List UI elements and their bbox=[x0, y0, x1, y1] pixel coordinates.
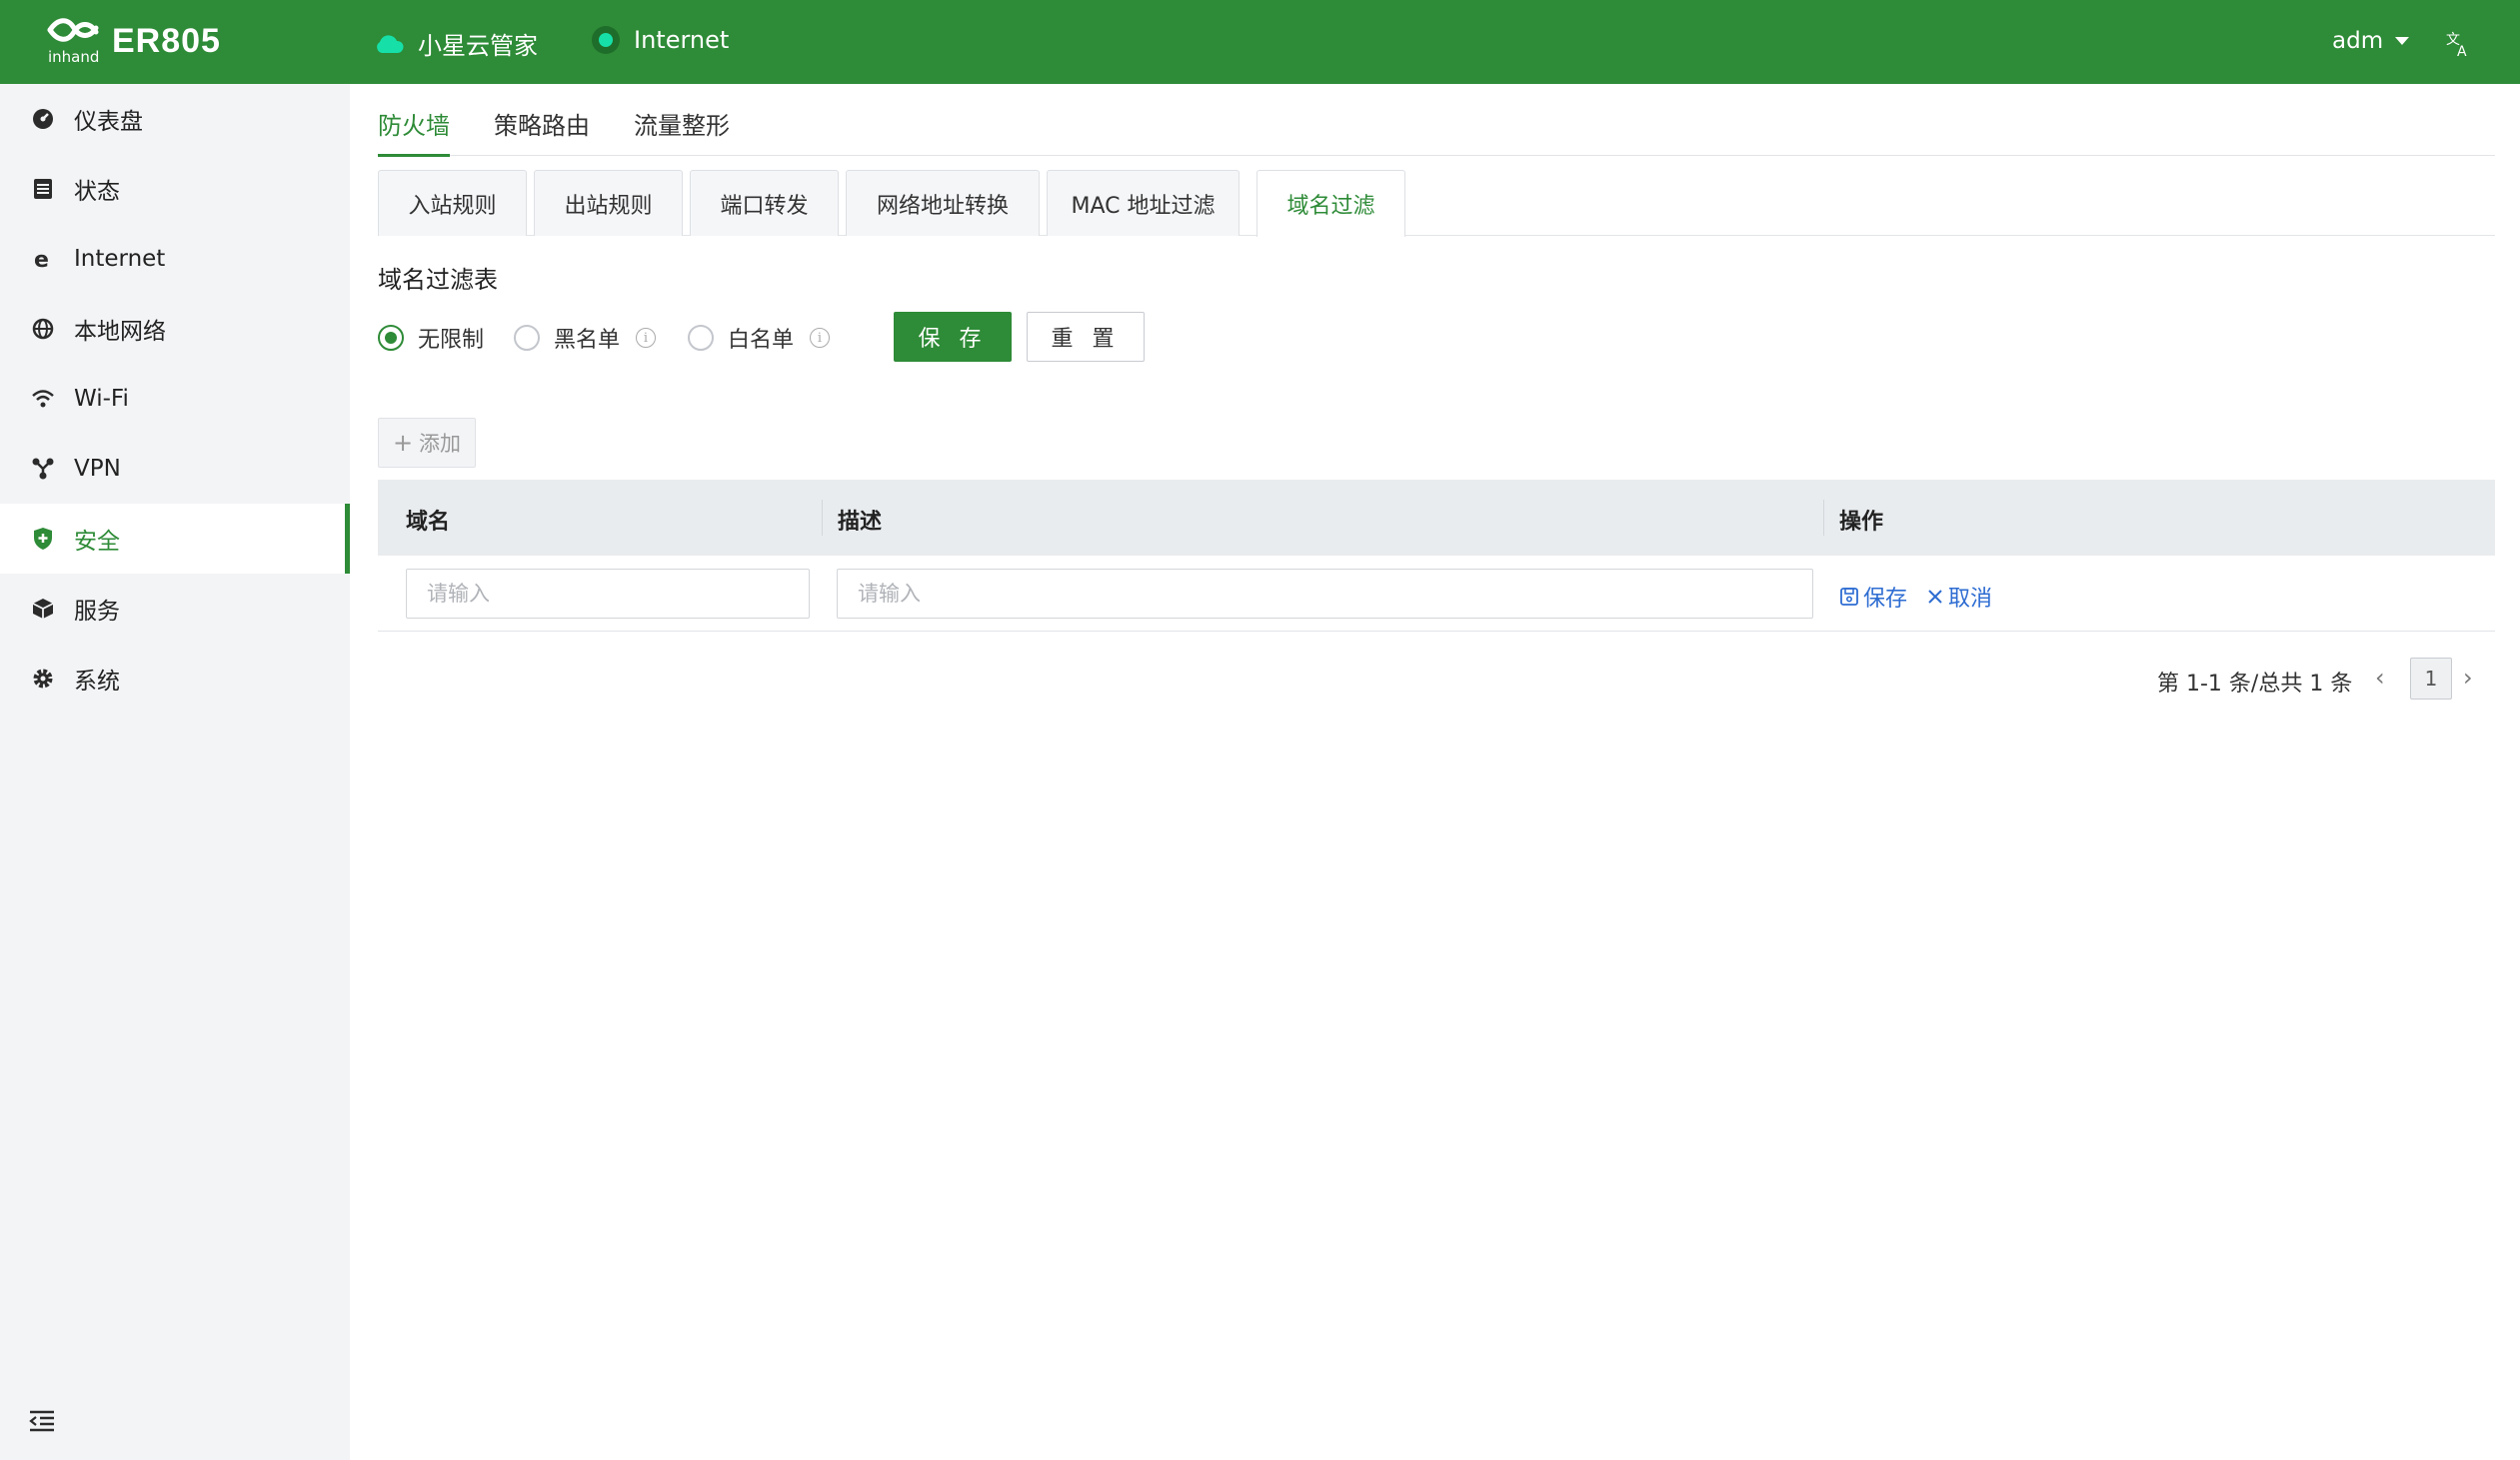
sidebar-item-local-network[interactable]: 本地网络 bbox=[0, 294, 350, 364]
collapse-sidebar-icon[interactable] bbox=[28, 1409, 56, 1433]
tab-policy-routing[interactable]: 策略路由 bbox=[494, 106, 590, 156]
domain-input[interactable] bbox=[406, 569, 810, 619]
pagination: 第 1-1 条/总共 1 条 ‹ 1 › bbox=[2157, 656, 2495, 702]
internet-status[interactable]: Internet bbox=[592, 26, 729, 54]
status-icon bbox=[30, 176, 56, 202]
tab-domain-filter[interactable]: 域名过滤 bbox=[1257, 170, 1405, 237]
radio-label: 无限制 bbox=[418, 328, 485, 353]
save-button[interactable]: 保 存 bbox=[894, 312, 1012, 362]
sidebar-item-dashboard[interactable]: 仪表盘 bbox=[0, 84, 350, 154]
tab-port-forwarding[interactable]: 端口转发 bbox=[690, 170, 839, 236]
reset-button[interactable]: 重 置 bbox=[1027, 312, 1145, 362]
internet-icon: e bbox=[30, 246, 56, 272]
tab-firewall[interactable]: 防火墙 bbox=[378, 106, 450, 157]
column-header-domain: 域名 bbox=[406, 510, 451, 535]
row-save-label: 保存 bbox=[1863, 587, 1908, 612]
radio-unchecked-icon bbox=[688, 325, 714, 351]
radio-label: 白名单 bbox=[728, 328, 795, 353]
chevron-left-icon[interactable]: ‹ bbox=[2375, 664, 2385, 692]
add-label: 添加 bbox=[419, 432, 462, 456]
translate-icon[interactable]: 文 A bbox=[2445, 30, 2473, 58]
shield-icon bbox=[30, 526, 56, 552]
tab-nat[interactable]: 网络地址转换 bbox=[846, 170, 1040, 236]
inhand-logo-icon: inhand bbox=[44, 16, 104, 66]
sidebar-item-internet[interactable]: e Internet bbox=[0, 224, 350, 294]
sidebar-item-vpn[interactable]: VPN bbox=[0, 434, 350, 504]
sidebar-item-label: 安全 bbox=[74, 529, 120, 555]
page-number-button[interactable]: 1 bbox=[2410, 658, 2452, 700]
tab-inbound-rules[interactable]: 入站规则 bbox=[378, 170, 527, 236]
sidebar-item-services[interactable]: 服务 bbox=[0, 574, 350, 644]
column-divider bbox=[1823, 500, 1824, 536]
internet-status-label: Internet bbox=[634, 26, 730, 54]
dashboard-icon bbox=[30, 106, 56, 132]
cloud-icon bbox=[377, 34, 404, 53]
sidebar: 仪表盘 状态 e Internet 本地网络 Wi-Fi VPN 安全 服务 系… bbox=[0, 84, 350, 1460]
vpn-icon bbox=[30, 456, 56, 482]
tab-mac-filter[interactable]: MAC 地址过滤 bbox=[1047, 170, 1240, 236]
svg-text:e: e bbox=[34, 248, 49, 270]
sidebar-item-label: Internet bbox=[74, 246, 166, 272]
chevron-down-icon bbox=[2395, 37, 2410, 45]
section-title: 域名过滤表 bbox=[378, 266, 498, 294]
sidebar-item-label: 系统 bbox=[74, 669, 120, 695]
info-icon[interactable]: i bbox=[636, 328, 657, 348]
cloud-manager-label: 小星云管家 bbox=[418, 32, 538, 60]
user-menu[interactable]: adm bbox=[2332, 28, 2410, 54]
chevron-right-icon[interactable]: › bbox=[2463, 664, 2473, 692]
radio-label: 黑名单 bbox=[554, 328, 621, 353]
tab-outbound-rules[interactable]: 出站规则 bbox=[534, 170, 683, 236]
sidebar-item-status[interactable]: 状态 bbox=[0, 154, 350, 224]
sub-tabs: 入站规则 出站规则 端口转发 网络地址转换 MAC 地址过滤 域名过滤 bbox=[378, 170, 2495, 237]
sidebar-item-system[interactable]: 系统 bbox=[0, 644, 350, 714]
description-input[interactable] bbox=[837, 569, 1813, 619]
sidebar-item-label: 本地网络 bbox=[74, 319, 166, 345]
top-tabs: 防火墙 策略路由 流量整形 bbox=[378, 106, 2495, 157]
radio-checked-icon bbox=[378, 325, 404, 351]
sidebar-item-label: 服务 bbox=[74, 599, 120, 625]
cloud-manager-status[interactable]: 小星云管家 bbox=[374, 26, 538, 61]
wifi-icon bbox=[30, 386, 56, 412]
logo: inhand ER805 bbox=[44, 16, 221, 66]
svg-text:A: A bbox=[2457, 44, 2467, 58]
add-button[interactable]: + 添加 bbox=[378, 418, 476, 468]
pagination-summary: 第 1-1 条/总共 1 条 bbox=[2157, 672, 2353, 697]
save-icon bbox=[1840, 588, 1858, 606]
status-dot-icon bbox=[592, 26, 620, 54]
box-icon bbox=[30, 596, 56, 622]
sidebar-item-wifi[interactable]: Wi-Fi bbox=[0, 364, 350, 434]
product-name: ER805 bbox=[112, 21, 221, 60]
sidebar-item-label: 仪表盘 bbox=[74, 109, 143, 135]
column-header-description: 描述 bbox=[838, 510, 883, 535]
sidebar-item-label: 状态 bbox=[74, 179, 120, 205]
gear-icon bbox=[30, 666, 56, 692]
column-header-actions: 操作 bbox=[1839, 510, 1884, 535]
radio-unrestricted[interactable]: 无限制 bbox=[378, 322, 484, 354]
tab-traffic-shaping[interactable]: 流量整形 bbox=[634, 106, 730, 156]
plus-icon: + bbox=[392, 429, 414, 457]
top-bar: inhand ER805 小星云管家 Internet adm 文 A bbox=[0, 0, 2520, 84]
globe-icon bbox=[30, 316, 56, 342]
row-cancel-label: 取消 bbox=[1948, 587, 1993, 612]
row-save-link[interactable]: 保存 bbox=[1839, 581, 1907, 613]
radio-blacklist[interactable]: 黑名单 i bbox=[514, 322, 657, 354]
column-divider bbox=[822, 500, 823, 536]
sidebar-item-security[interactable]: 安全 bbox=[0, 504, 350, 574]
radio-whitelist[interactable]: 白名单 i bbox=[688, 322, 831, 354]
radio-unchecked-icon bbox=[514, 325, 540, 351]
username: adm bbox=[2332, 28, 2384, 54]
info-icon[interactable]: i bbox=[810, 328, 831, 348]
table-header: 域名 描述 操作 bbox=[378, 480, 2495, 556]
sidebar-item-label: Wi-Fi bbox=[74, 386, 129, 412]
row-cancel-link[interactable]: 取消 bbox=[1926, 581, 1992, 613]
table-row: 保存 取消 bbox=[378, 556, 2495, 632]
sidebar-item-label: VPN bbox=[74, 456, 121, 482]
svg-text:inhand: inhand bbox=[48, 48, 99, 66]
close-icon bbox=[1928, 590, 1942, 604]
